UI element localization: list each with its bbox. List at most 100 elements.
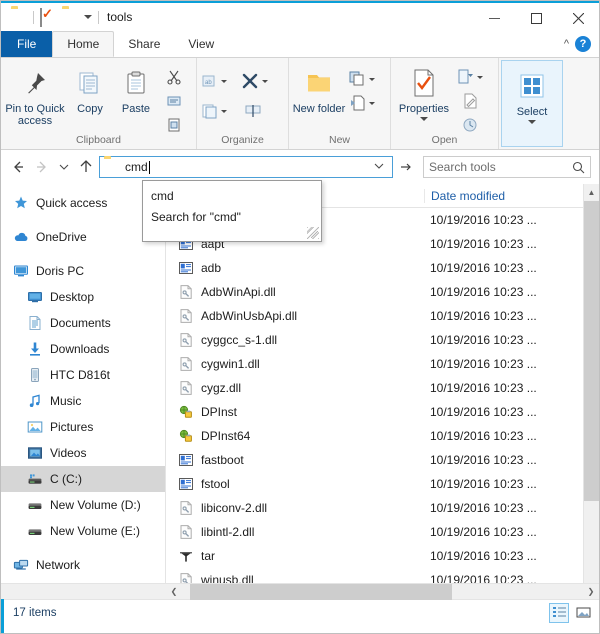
sidebar-item-new-volume-d[interactable]: New Volume (D:) [1, 492, 165, 518]
address-input[interactable]: cmd [99, 156, 393, 178]
new-folder-button[interactable]: New folder [291, 62, 347, 115]
tab-file[interactable]: File [1, 31, 53, 57]
pin-to-quick-access-button[interactable]: Pin to Quick access [3, 62, 67, 127]
up-button[interactable] [75, 155, 97, 179]
close-button[interactable] [557, 3, 599, 33]
horizontal-scroll-thumb[interactable] [190, 583, 452, 600]
properties-caret-icon[interactable] [420, 117, 428, 121]
resize-grip-icon[interactable] [307, 227, 319, 239]
scroll-up-arrow-icon[interactable]: ▲ [584, 184, 599, 201]
chevron-up-icon[interactable]: ^ [564, 38, 569, 50]
sidebar-item-pictures[interactable]: Pictures [1, 414, 165, 440]
file-name-cell[interactable]: libiconv-2.dll [166, 500, 424, 516]
properties-button[interactable]: Properties [393, 62, 455, 121]
maximize-button[interactable] [515, 3, 557, 33]
file-name-cell[interactable]: AdbWinUsbApi.dll [166, 308, 424, 324]
file-row[interactable]: cygz.dll 10/19/2016 10:23 ... [166, 376, 599, 400]
file-name-cell[interactable]: libintl-2.dll [166, 524, 424, 540]
help-button[interactable]: ? [575, 36, 591, 52]
column-header-date-modified[interactable]: Date modified [424, 188, 599, 203]
scroll-left-arrow-icon[interactable]: ❮ [166, 584, 182, 600]
address-dropdown-button[interactable] [368, 161, 390, 174]
sidebar-item-downloads[interactable]: Downloads [1, 336, 165, 362]
history-button[interactable] [455, 114, 485, 136]
copy-path-button[interactable] [159, 90, 189, 112]
new-folder-icon[interactable] [62, 9, 78, 25]
folder-icon[interactable] [11, 9, 27, 25]
paste-button[interactable]: Paste [113, 62, 159, 115]
file-row[interactable]: winusb.dll 10/19/2016 10:23 ... [166, 568, 599, 583]
scroll-right-arrow-icon[interactable]: ❯ [583, 584, 599, 600]
file-name-cell[interactable]: tar [166, 548, 424, 564]
paste-shortcut-button[interactable] [159, 114, 189, 136]
file-row[interactable]: tar 10/19/2016 10:23 ... [166, 544, 599, 568]
file-name-cell[interactable]: cygz.dll [166, 380, 424, 396]
select-button[interactable]: Select [504, 65, 560, 124]
file-row[interactable]: AdbWinUsbApi.dll 10/19/2016 10:23 ... [166, 304, 599, 328]
sidebar-item-music[interactable]: Music [1, 388, 165, 414]
sidebar-item-label: Pictures [50, 420, 94, 434]
tab-share[interactable]: Share [114, 31, 174, 57]
file-row[interactable]: cyggcc_s-1.dll 10/19/2016 10:23 ... [166, 328, 599, 352]
file-row[interactable]: DPInst 10/19/2016 10:23 ... [166, 400, 599, 424]
horizontal-scroll-track[interactable] [182, 583, 583, 600]
recent-locations-button[interactable] [55, 155, 73, 179]
properties-check-icon[interactable] [40, 8, 56, 27]
file-row[interactable]: libiconv-2.dll 10/19/2016 10:23 ... [166, 496, 599, 520]
file-name-cell[interactable]: AdbWinApi.dll [166, 284, 424, 300]
cut-button[interactable] [159, 66, 189, 88]
file-name-cell[interactable]: fastboot [166, 452, 424, 468]
tab-home[interactable]: Home [52, 31, 115, 57]
file-name-cell[interactable]: adb [166, 260, 424, 276]
file-name-cell[interactable]: cygwin1.dll [166, 356, 424, 372]
back-button[interactable] [7, 155, 29, 179]
sidebar-item-quick-access[interactable]: Quick access [1, 190, 165, 216]
copy-button[interactable]: Copy [67, 62, 113, 115]
ribbon-group-select[interactable]: Select [501, 60, 563, 147]
autocomplete-item-cmd[interactable]: cmd [143, 185, 321, 206]
forward-button[interactable] [31, 155, 53, 179]
customize-caret-icon[interactable] [84, 15, 92, 19]
large-icons-view-button[interactable] [573, 603, 593, 623]
file-row[interactable]: DPInst64 10/19/2016 10:23 ... [166, 424, 599, 448]
tab-view[interactable]: View [174, 31, 228, 57]
search-input[interactable]: Search tools [429, 160, 572, 174]
details-view-button[interactable] [549, 602, 569, 623]
move-to-button[interactable]: ab [199, 70, 229, 92]
rename-button[interactable] [239, 100, 269, 122]
file-row[interactable]: adb 10/19/2016 10:23 ... [166, 256, 599, 280]
file-name-cell[interactable]: DPInst [166, 404, 424, 420]
select-caret-icon[interactable] [528, 120, 536, 124]
sidebar-item-onedrive[interactable]: OneDrive [1, 224, 165, 250]
file-name-cell[interactable]: DPInst64 [166, 428, 424, 444]
go-button[interactable] [395, 155, 417, 179]
sidebar-item-doris-pc[interactable]: Doris PC [1, 258, 165, 284]
sidebar-item-c-c[interactable]: C (C:) [1, 466, 165, 492]
sidebar-item-network[interactable]: Network [1, 552, 165, 578]
file-row[interactable]: AdbWinApi.dll 10/19/2016 10:23 ... [166, 280, 599, 304]
file-name-cell[interactable]: cyggcc_s-1.dll [166, 332, 424, 348]
delete-button[interactable] [239, 70, 269, 92]
vertical-scroll-thumb[interactable] [584, 201, 599, 501]
file-row[interactable]: fstool 10/19/2016 10:23 ... [166, 472, 599, 496]
file-row[interactable]: fastboot 10/19/2016 10:23 ... [166, 448, 599, 472]
search-box[interactable]: Search tools [423, 156, 591, 178]
sidebar-item-videos[interactable]: Videos [1, 440, 165, 466]
copy-to-button[interactable] [199, 100, 229, 122]
autocomplete-item-search[interactable]: Search for "cmd" [143, 206, 321, 227]
sidebar-item-htc-d816t[interactable]: HTC D816t [1, 362, 165, 388]
sidebar-item-new-volume-e[interactable]: New Volume (E:) [1, 518, 165, 544]
file-name-cell[interactable]: fstool [166, 476, 424, 492]
sidebar-item-documents[interactable]: Documents [1, 310, 165, 336]
minimize-button[interactable] [473, 3, 515, 33]
edit-button[interactable] [455, 90, 485, 112]
file-row[interactable]: cygwin1.dll 10/19/2016 10:23 ... [166, 352, 599, 376]
open-button[interactable] [455, 66, 485, 88]
file-name-cell[interactable]: winusb.dll [166, 572, 424, 583]
file-row[interactable]: libintl-2.dll 10/19/2016 10:23 ... [166, 520, 599, 544]
vertical-scrollbar[interactable]: ▲ [583, 184, 599, 583]
sidebar-item-desktop[interactable]: Desktop [1, 284, 165, 310]
new-item-button[interactable] [347, 68, 377, 90]
easy-access-button[interactable] [347, 92, 377, 114]
horizontal-scrollbar[interactable]: ❮ ❯ [1, 583, 599, 600]
